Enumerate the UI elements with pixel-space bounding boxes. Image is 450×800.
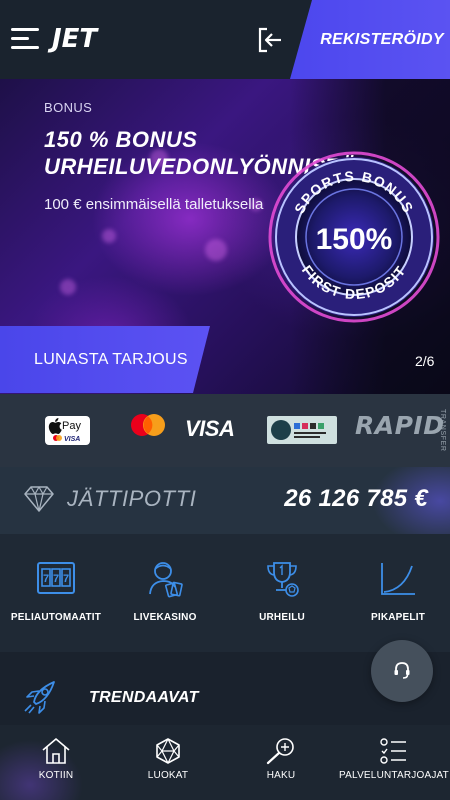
rahakeskus-logo <box>267 416 337 444</box>
app-root: JET REKISTERÖIDY BONUS 150 % BONUS URHEI… <box>0 0 450 800</box>
apple-pay-logo: Pay VISA <box>45 416 90 445</box>
category-shortcuts: 7 7 7 PELIAUTOMAATIT LIVEKASINO URHEILU … <box>0 534 450 652</box>
badge-value: 150% <box>316 223 393 256</box>
sports-bonus-badge: SPORTS BONUS 150% FIRST DEPOSIT <box>268 151 440 323</box>
apple-pay-text: Pay <box>62 420 81 432</box>
category-label: PELIAUTOMAATIT <box>10 612 102 623</box>
slot-machine-icon: 7 7 7 <box>37 562 75 594</box>
nav-label: HAKU <box>266 770 296 781</box>
svg-text:7: 7 <box>63 573 69 585</box>
category-slots[interactable]: 7 7 7 PELIAUTOMAATIT <box>0 534 112 652</box>
banner-title-line1: 150 % BONUS <box>44 127 198 152</box>
dice-icon <box>156 738 180 764</box>
bokeh-light <box>60 279 76 295</box>
category-label: LIVEKASINO <box>133 612 197 623</box>
trending-label: TRENDAAVAT <box>89 689 199 706</box>
bokeh-light <box>102 229 116 243</box>
top-header: JET REKISTERÖIDY <box>0 0 450 79</box>
claim-offer-label: LUNASTA TARJOUS <box>34 350 188 368</box>
jackpot-amount: 26 126 785 € <box>284 485 428 512</box>
nav-categories[interactable]: LUOKAT <box>112 725 224 800</box>
banner-subtitle: 100 € ensimmäisellä talletuksella <box>44 196 264 213</box>
category-live-casino[interactable]: LIVEKASINO <box>109 534 221 652</box>
svg-text:7: 7 <box>53 573 59 585</box>
rapid-transfer-text: TRANSFER <box>439 409 446 452</box>
payment-methods-strip: Pay VISA VISA RAPID TRANSFER <box>0 394 450 467</box>
register-label: REKISTERÖIDY <box>320 30 444 48</box>
live-dealer-icon <box>149 562 183 598</box>
bottom-navigation: KOTIIN LUOKAT HAKU PALVELUNTARJOAJAT <box>0 725 450 800</box>
jet-logo[interactable]: JET <box>52 24 97 54</box>
home-icon <box>42 738 70 764</box>
diamond-icon <box>24 486 54 512</box>
nav-label: PALVELUNTARJOAJAT <box>339 770 449 781</box>
curve-chart-icon <box>381 563 415 595</box>
nav-search[interactable]: HAKU <box>225 725 337 800</box>
support-chat-button[interactable] <box>371 640 433 702</box>
search-icon <box>266 738 294 765</box>
providers-list-icon <box>380 738 406 764</box>
headset-icon <box>394 662 410 679</box>
svg-text:7: 7 <box>43 573 49 585</box>
promo-banner[interactable]: BONUS 150 % BONUS URHEILUVEDONLYÖNNISTÄ … <box>0 79 450 394</box>
nav-providers[interactable]: PALVELUNTARJOAJAT <box>338 725 450 800</box>
login-icon[interactable] <box>255 25 285 55</box>
mastercard-logo <box>130 413 166 437</box>
visa-logo: VISA <box>185 416 235 441</box>
category-instant-games[interactable]: PIKAPELIT <box>342 534 450 652</box>
apple-pay-visa: VISA <box>64 436 80 443</box>
category-label: PIKAPELIT <box>370 612 426 623</box>
nav-label: KOTIIN <box>38 770 74 781</box>
jackpot-label: JÄTTIPOTTI <box>67 486 197 511</box>
jackpot-bar[interactable]: JÄTTIPOTTI 26 126 785 € <box>0 467 450 534</box>
slide-counter: 2/6 <box>415 353 435 369</box>
banner-kicker: BONUS <box>44 100 93 115</box>
hamburger-menu-icon[interactable] <box>11 28 39 50</box>
rocket-icon <box>24 681 55 714</box>
claim-offer-button[interactable]: LUNASTA TARJOUS <box>0 326 210 393</box>
trophy-icon <box>267 562 299 597</box>
category-sports[interactable]: URHEILU <box>226 534 338 652</box>
nav-label: LUOKAT <box>147 770 189 781</box>
rapid-logo: RAPID <box>355 411 445 440</box>
bokeh-light <box>205 239 227 261</box>
register-button[interactable]: REKISTERÖIDY <box>290 0 450 79</box>
category-label: URHEILU <box>259 612 305 623</box>
nav-home[interactable]: KOTIIN <box>0 725 112 800</box>
